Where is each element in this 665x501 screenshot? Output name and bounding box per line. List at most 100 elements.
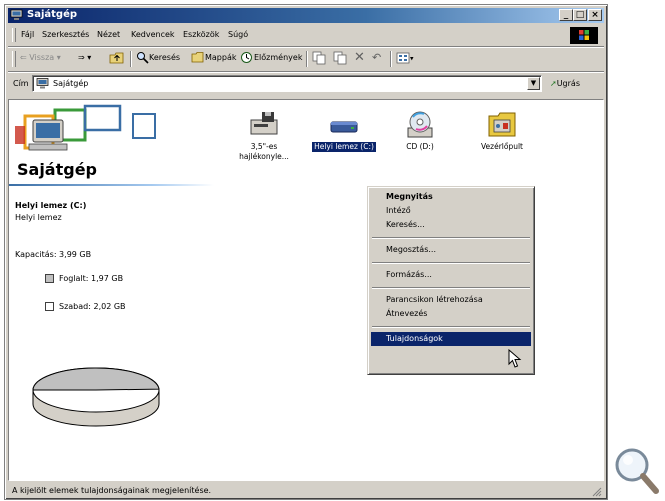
- ctx-open-label: Megnyitás: [386, 192, 433, 201]
- delete-icon: ✕: [354, 50, 365, 65]
- ctx-sharing[interactable]: Megosztás...: [371, 243, 531, 257]
- menu-file[interactable]: Fájl: [21, 30, 34, 39]
- used-space: Foglalt: 1,97 GB: [59, 274, 124, 283]
- my-computer-banner-icon: [15, 104, 156, 151]
- go-button[interactable]: ➚Ugrás: [550, 79, 580, 88]
- context-menu: Megnyitás Intéző Keresés... Megosztás...…: [367, 186, 535, 375]
- toolbar-separator: [130, 51, 132, 67]
- menu-tools[interactable]: Eszközök: [183, 30, 219, 39]
- explorer-window: Sajátgép _ □ × Fájl Szerkesztés Nézet Ke…: [4, 4, 608, 500]
- address-bar: Cím Sajátgép ▼ ➚Ugrás: [8, 73, 604, 95]
- resize-grip-icon[interactable]: [590, 485, 602, 497]
- folders-label: Mappák: [205, 53, 237, 62]
- move-to-button[interactable]: [312, 51, 326, 67]
- up-folder-button[interactable]: [109, 51, 125, 67]
- window-title: Sajátgép: [27, 9, 78, 20]
- hard-drive-icon: [330, 121, 358, 133]
- minimize-button[interactable]: _: [559, 9, 573, 21]
- copy-to-button[interactable]: [333, 51, 347, 67]
- ctx-rename-label: Átnevezés: [386, 309, 428, 318]
- copy-to-icon: [333, 51, 347, 65]
- search-icon: [137, 52, 149, 64]
- content-pane: Sajátgép Helyi lemez (C:) Helyi lemez Ka…: [8, 99, 604, 481]
- history-button[interactable]: Előzmények: [240, 51, 302, 64]
- disk-usage-pie: [32, 367, 160, 427]
- go-label: Ugrás: [556, 79, 580, 88]
- free-space: Szabad: 2,02 GB: [59, 302, 126, 311]
- used-space-swatch: [45, 274, 54, 283]
- undo-button[interactable]: ↶: [372, 51, 381, 64]
- menu-view[interactable]: Nézet: [97, 30, 120, 39]
- undo-icon: ↶: [372, 51, 382, 64]
- folders-icon: [191, 52, 204, 63]
- forward-label: ⇒: [78, 53, 85, 62]
- back-button[interactable]: ⇐ Vissza ▾: [20, 53, 61, 62]
- menu-favorites[interactable]: Kedvencek: [131, 30, 175, 39]
- icon-label: CD (D:): [406, 142, 434, 151]
- views-icon: [396, 52, 410, 64]
- menu-help[interactable]: Súgó: [228, 30, 248, 39]
- ctx-format[interactable]: Formázás...: [371, 268, 531, 282]
- ctx-explore[interactable]: Intéző: [371, 204, 531, 218]
- close-button[interactable]: ×: [588, 9, 602, 21]
- toolbar-grip[interactable]: [12, 51, 16, 67]
- address-dropdown-button[interactable]: ▼: [527, 77, 540, 90]
- toolbar-separator: [390, 51, 392, 67]
- views-button[interactable]: ▾: [396, 51, 414, 65]
- search-label: Keresés: [149, 53, 181, 62]
- maximize-button[interactable]: □: [573, 9, 587, 21]
- ctx-properties[interactable]: Tulajdonságok: [371, 332, 531, 346]
- ctx-open[interactable]: Megnyitás: [371, 190, 531, 204]
- history-icon: [241, 52, 252, 63]
- menu-grip[interactable]: [12, 28, 16, 42]
- delete-button[interactable]: ✕: [354, 50, 365, 65]
- ctx-properties-label: Tulajdonságok: [386, 334, 443, 343]
- status-bar: A kijelölt elemek tulajdonságainak megje…: [8, 484, 604, 498]
- menu-bar: Fájl Szerkesztés Nézet Kedvencek Eszközö…: [8, 26, 604, 44]
- search-button[interactable]: Keresés: [136, 51, 180, 64]
- panel-title: Sajátgép: [17, 160, 98, 179]
- drive-capacity: Kapacitás: 3,99 GB: [15, 250, 92, 259]
- info-panel: Sajátgép Helyi lemez (C:) Helyi lemez Ka…: [9, 100, 215, 480]
- icon-cd-drive[interactable]: CD (D:): [385, 110, 455, 152]
- icon-control-panel[interactable]: Vezérlőpult: [467, 110, 537, 152]
- status-text: A kijelölt elemek tulajdonságainak megje…: [12, 486, 212, 495]
- ctx-rename[interactable]: Átnevezés: [371, 307, 531, 321]
- icon-label: Vezérlőpult: [480, 142, 523, 151]
- ctx-format-label: Formázás...: [386, 270, 432, 279]
- ctx-separator: [372, 262, 530, 264]
- my-computer-icon: [10, 9, 23, 20]
- toolbar-separator: [306, 51, 308, 67]
- ctx-separator: [372, 237, 530, 239]
- icon-local-disk-c[interactable]: Helyi lemez (C:): [309, 110, 379, 152]
- back-label: ⇐ Vissza: [20, 53, 55, 62]
- ctx-search[interactable]: Keresés...: [371, 218, 531, 232]
- control-panel-icon: [488, 112, 516, 137]
- views-dropdown-icon: ▾: [410, 54, 414, 63]
- ctx-sharing-label: Megosztás...: [386, 245, 436, 254]
- selected-drive-name: Helyi lemez (C:): [15, 201, 87, 210]
- folders-button[interactable]: Mappák: [191, 51, 237, 64]
- icon-label: 3,5"-es hajlékonyle...: [239, 142, 289, 161]
- free-space-swatch: [45, 302, 54, 311]
- ctx-create-shortcut-label: Parancsikon létrehozása: [386, 295, 483, 304]
- standard-toolbar: ⇐ Vissza ▾ ⇒ ▾ Keresés Mappák Előzmények: [8, 48, 604, 70]
- zoom-magnifier-icon[interactable]: [612, 445, 660, 497]
- ctx-separator: [372, 326, 530, 328]
- history-label: Előzmények: [254, 53, 303, 62]
- mouse-cursor-icon: [508, 349, 522, 368]
- up-folder-icon: [109, 52, 124, 64]
- panel-divider: [9, 184, 214, 186]
- menu-edit[interactable]: Szerkesztés: [42, 30, 89, 39]
- forward-button[interactable]: ⇒ ▾: [78, 53, 91, 62]
- ctx-explore-label: Intéző: [386, 206, 411, 215]
- ctx-search-label: Keresés...: [386, 220, 425, 229]
- address-label: Cím: [13, 79, 29, 88]
- move-to-icon: [312, 51, 326, 65]
- ctx-create-shortcut[interactable]: Parancsikon létrehozása: [371, 293, 531, 307]
- address-field[interactable]: Sajátgép ▼: [32, 75, 542, 92]
- title-bar[interactable]: Sajátgép _ □ ×: [8, 8, 604, 23]
- icon-floppy-drive[interactable]: 3,5"-es hajlékonyle...: [229, 110, 299, 162]
- selected-drive-type: Helyi lemez: [15, 213, 62, 222]
- go-arrow-icon: ➚: [550, 79, 557, 88]
